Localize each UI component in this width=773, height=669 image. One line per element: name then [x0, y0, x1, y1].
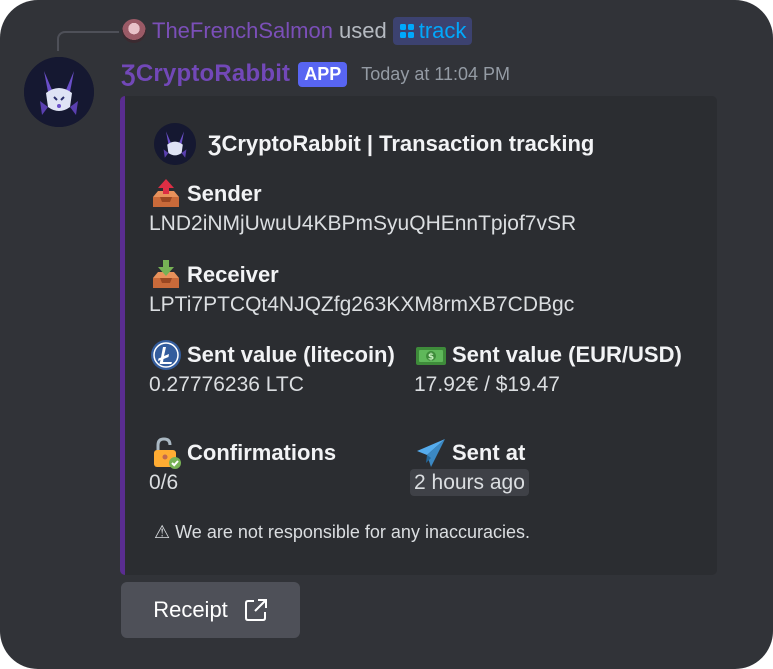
- field-receiver-name: Receiver: [187, 262, 279, 287]
- app-badge: APP: [298, 61, 348, 87]
- field-sent-fiat-name: Sent value (EUR/USD): [452, 342, 682, 367]
- receipt-button-label[interactable]: Receipt: [153, 597, 228, 623]
- field-sent-at: Sent at 2 hours ago: [410, 436, 529, 496]
- field-confirmations-name: Confirmations: [187, 440, 337, 465]
- embed-card: ƷCryptoRabbit | Transaction tracking Sen…: [120, 96, 717, 575]
- command-name[interactable]: track: [419, 18, 467, 44]
- field-sent-ltc-value: 0.27776236 LTC: [149, 373, 304, 396]
- field-sender-name: Sender: [187, 181, 262, 206]
- field-sender-value: LND2iNMjUwuU4KBPmSyuQHEnnTpjof7vSR: [149, 212, 577, 235]
- message-timestamp: Today at 11:04 PM: [361, 63, 511, 84]
- field-sent-ltc: Sent value (litecoin) 0.27776236 LTC: [149, 338, 395, 397]
- reply-used-text: used: [338, 18, 387, 43]
- message-container: TheFrenchSalmon used track ƷCryptoRabbit…: [0, 0, 773, 669]
- field-confirmations-value: 0/6: [149, 471, 179, 494]
- slash-command-icon: [399, 24, 414, 38]
- embed-footer: ⚠ We are not responsible for any inaccur…: [154, 522, 530, 542]
- svg-text:$: $: [428, 353, 434, 363]
- field-sent-fiat: $ Sent value (EUR/USD) 17.92€ / $19.47: [414, 338, 682, 397]
- embed-author: ƷCryptoRabbit | Transaction tracking: [154, 123, 594, 165]
- command-mention[interactable]: track: [392, 17, 473, 45]
- reply-context[interactable]: TheFrenchSalmon used track: [122, 16, 473, 46]
- rabbit-logo-icon: [24, 57, 94, 127]
- field-receiver-value: LPTi7PTCQt4NJQZfg263KXM8rmXB7CDBgc: [149, 293, 575, 316]
- lock-check-icon: [154, 437, 181, 469]
- author-rabbit-icon: [154, 123, 196, 165]
- reply-user-avatar[interactable]: [122, 19, 146, 43]
- litecoin-icon: [151, 340, 181, 370]
- relative-timestamp[interactable]: 2 hours ago: [410, 469, 529, 496]
- message-header: ƷCryptoRabbit APP Today at 11:04 PM: [121, 58, 510, 90]
- field-sent-ltc-name: Sent value (litecoin): [187, 342, 395, 367]
- receipt-button[interactable]: Receipt: [121, 582, 300, 638]
- reply-username[interactable]: TheFrenchSalmon: [152, 18, 333, 44]
- embed-author-name: ƷCryptoRabbit | Transaction tracking: [208, 131, 595, 156]
- inbox-tray-icon: [153, 260, 179, 288]
- field-receiver: Receiver LPTi7PTCQt4NJQZfg263KXM8rmXB7CD…: [149, 258, 574, 317]
- external-link-icon: [244, 599, 267, 621]
- bot-avatar[interactable]: [24, 57, 94, 127]
- outbox-tray-icon: [153, 179, 179, 207]
- bot-username[interactable]: ƷCryptoRabbit: [121, 60, 290, 88]
- paper-plane-icon: [417, 439, 445, 467]
- field-sent-fiat-value: 17.92€ / $19.47: [414, 373, 560, 396]
- reply-connector: [57, 31, 119, 51]
- field-sent-at-name: Sent at: [452, 440, 526, 465]
- field-confirmations: Confirmations 0/6: [149, 436, 336, 495]
- field-sender: Sender LND2iNMjUwuU4KBPmSyuQHEnnTpjof7vS…: [149, 177, 576, 236]
- dollar-banknote-icon: $: [416, 347, 446, 365]
